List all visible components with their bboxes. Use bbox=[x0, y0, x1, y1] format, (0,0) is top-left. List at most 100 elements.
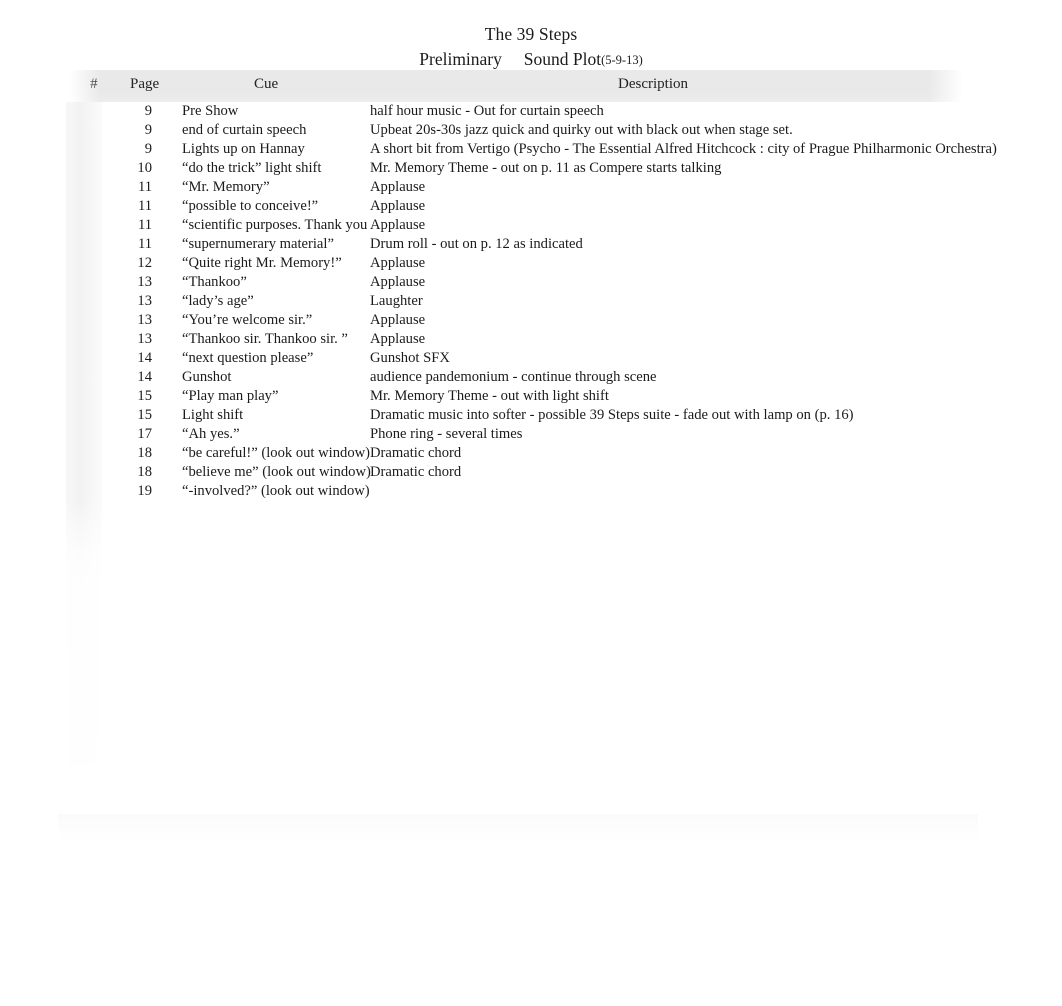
cell-page: 13 bbox=[137, 274, 152, 290]
table-row: 15 “Play man play” Mr. Memory Theme - out … bbox=[66, 387, 966, 406]
cell-page: 18 bbox=[137, 464, 152, 480]
table-row: 10 “do the trick” light shift Mr. Memory T… bbox=[66, 159, 966, 178]
cell-cue: Gunshot bbox=[182, 369, 232, 385]
document-subtitle-line: Preliminary Sound Plot(5-9-13) bbox=[0, 47, 1062, 72]
table-body: 9 Pre Show half hour music - Out for curta… bbox=[66, 102, 997, 766]
table-row: 11 “supernumerary material” Drum roll - ou… bbox=[66, 235, 966, 254]
cell-description: Dramatic music into softer - possible 39… bbox=[370, 407, 854, 423]
cell-description: Applause bbox=[370, 331, 426, 347]
cell-page: 14 bbox=[137, 350, 152, 366]
cell-cue: “believe me” (look out window) bbox=[182, 464, 371, 480]
cell-description: Applause bbox=[370, 198, 426, 214]
table-row: 9 Lights up on Hannay A short bit from Ver… bbox=[66, 140, 997, 159]
cell-page: 11 bbox=[137, 236, 152, 252]
cell-cue: Light shift bbox=[182, 407, 244, 423]
cell-cue: “supernumerary material” bbox=[182, 236, 334, 252]
table-row bbox=[66, 710, 966, 729]
table-row: 12 “Quite right Mr. Memory!” Applause bbox=[66, 254, 966, 273]
table-row: 18 “be careful!” (look out window) Dramati… bbox=[66, 444, 966, 463]
cell-cue: Lights up on Hannay bbox=[182, 141, 305, 157]
cell-cue: “possible to conceive!” bbox=[182, 198, 319, 214]
table-row: 11 “scientific purposes. Thank you Applaus… bbox=[66, 216, 966, 235]
cell-description: Applause bbox=[370, 312, 426, 328]
cell-cue: “Thankoo” bbox=[182, 274, 247, 290]
cell-cue: “You’re welcome sir.” bbox=[182, 312, 313, 328]
document-revision-date: (5-9-13) bbox=[601, 53, 643, 67]
table-row: 15 Light shift Dramatic music into softer … bbox=[66, 406, 966, 425]
table-row bbox=[66, 558, 966, 577]
table-row: 11 “Mr. Memory” Applause bbox=[66, 178, 966, 197]
cell-cue: “scientific purposes. Thank you bbox=[182, 217, 368, 233]
table-row: 11 “possible to conceive!” Applause bbox=[66, 197, 966, 216]
cell-page: 11 bbox=[137, 179, 152, 195]
cell-description: A short bit from Vertigo (Psycho - The E… bbox=[370, 141, 997, 157]
cell-page: 11 bbox=[137, 198, 152, 214]
table-row bbox=[66, 653, 966, 672]
cell-cue: “Ah yes.” bbox=[182, 426, 240, 442]
page-title: The 39 Steps bbox=[484, 24, 578, 44]
cell-page: 18 bbox=[137, 445, 152, 461]
table-row: 13 “Thankoo” Applause bbox=[66, 273, 966, 292]
sound-plot-table: # Page Cue Description 9 Pre Show half hou… bbox=[58, 70, 997, 842]
column-header-description: Description bbox=[618, 76, 688, 92]
table-row bbox=[66, 539, 966, 558]
cell-description: Dramatic chord bbox=[370, 464, 462, 480]
table-row: 17 “Ah yes.” Phone ring - several times bbox=[66, 425, 966, 444]
table-row bbox=[66, 672, 966, 691]
cell-page: 9 bbox=[144, 103, 152, 119]
table-row: 13 “You’re welcome sir.” Applause bbox=[66, 311, 966, 330]
cell-cue: “Mr. Memory” bbox=[182, 179, 270, 195]
cell-description: Applause bbox=[370, 179, 426, 195]
table-row: 13 “lady’s age” Laughter bbox=[66, 292, 966, 311]
cell-cue: Pre Show bbox=[182, 103, 239, 119]
table-row: 13 “Thankoo sir. Thankoo sir. ” Applause bbox=[66, 330, 966, 349]
cell-page: 14 bbox=[137, 369, 152, 385]
cell-page: 12 bbox=[137, 255, 152, 271]
cell-description: Phone ring - several times bbox=[370, 426, 523, 442]
cell-page: 10 bbox=[137, 160, 152, 176]
table-row bbox=[66, 596, 966, 615]
header-right-fade bbox=[928, 70, 966, 102]
table-row bbox=[66, 577, 966, 596]
cell-page: 13 bbox=[137, 331, 152, 347]
cell-cue: “Quite right Mr. Memory!” bbox=[182, 255, 342, 271]
table-row bbox=[66, 520, 966, 539]
header-left-fade bbox=[66, 70, 100, 102]
table-row: 14 “next question please” Gunshot SFX bbox=[66, 349, 966, 368]
cell-page: 15 bbox=[137, 407, 152, 423]
cell-cue: end of curtain speech bbox=[182, 122, 307, 138]
document-title-block: The 39 Steps Preliminary Sound Plot(5-9-… bbox=[0, 22, 1062, 72]
cell-page: 15 bbox=[137, 388, 152, 404]
table-row bbox=[66, 634, 966, 653]
cell-description: Laughter bbox=[370, 293, 423, 309]
cell-page: 9 bbox=[144, 122, 152, 138]
table-row: 18 “believe me” (look out window) Dramatic… bbox=[66, 463, 966, 482]
document-subtitle: Preliminary Sound Plot bbox=[419, 49, 602, 69]
cell-description: Dramatic chord bbox=[370, 445, 462, 461]
table-row bbox=[66, 691, 966, 710]
cell-page: 19 bbox=[137, 483, 152, 499]
table-row: 9 end of curtain speech Upbeat 20s-30s jaz… bbox=[66, 121, 966, 140]
cell-cue: “-involved?” (look out window) bbox=[182, 483, 370, 499]
cell-page: 13 bbox=[137, 293, 152, 309]
cell-description: Applause bbox=[370, 274, 426, 290]
table-row bbox=[66, 501, 966, 520]
cell-cue: “Play man play” bbox=[182, 388, 279, 404]
cell-cue: “lady’s age” bbox=[182, 293, 254, 309]
cell-cue: “next question please” bbox=[182, 350, 314, 366]
cell-page: 11 bbox=[137, 217, 152, 233]
cell-description: Mr. Memory Theme - out with light shift bbox=[370, 388, 609, 404]
table-row bbox=[66, 615, 966, 634]
cell-cue: “Thankoo sir. Thankoo sir. ” bbox=[182, 331, 348, 347]
page-bottom-edge bbox=[58, 814, 978, 842]
table-row: 19 “-involved?” (look out window) bbox=[66, 482, 966, 501]
column-header-page: Page bbox=[130, 76, 160, 92]
cell-description: Applause bbox=[370, 255, 426, 271]
cell-description: audience pandemonium - continue through … bbox=[370, 369, 657, 385]
cell-description: Gunshot SFX bbox=[370, 350, 450, 366]
table-row: 9 Pre Show half hour music - Out for curta… bbox=[66, 102, 966, 121]
cell-description: Drum roll - out on p. 12 as indicated bbox=[370, 236, 583, 252]
cell-page: 17 bbox=[137, 426, 152, 442]
cell-description: Applause bbox=[370, 217, 426, 233]
table-header-row: # Page Cue Description bbox=[66, 70, 966, 102]
